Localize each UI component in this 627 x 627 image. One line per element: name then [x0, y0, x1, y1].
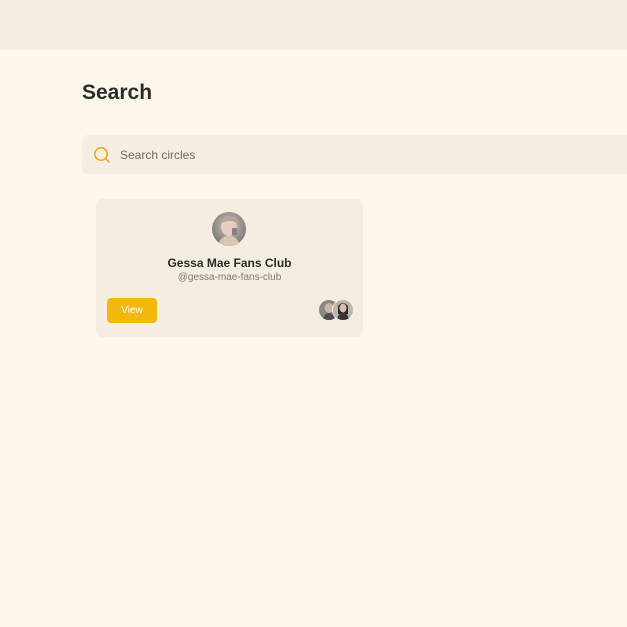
circle-avatar[interactable] — [212, 212, 246, 246]
member-avatars[interactable] — [318, 299, 354, 321]
view-button[interactable]: View — [107, 298, 157, 323]
top-bar — [0, 0, 627, 50]
search-input[interactable] — [120, 135, 600, 174]
circle-card[interactable]: Gessa Mae Fans Club @gessa-mae-fans-club… — [96, 199, 363, 337]
page-title: Search — [82, 81, 153, 104]
circle-handle: @gessa-mae-fans-club — [177, 272, 282, 283]
member-avatar — [332, 299, 354, 321]
search-icon — [93, 146, 111, 164]
search-bar[interactable] — [82, 135, 627, 174]
circle-name: Gessa Mae Fans Club — [167, 256, 292, 270]
